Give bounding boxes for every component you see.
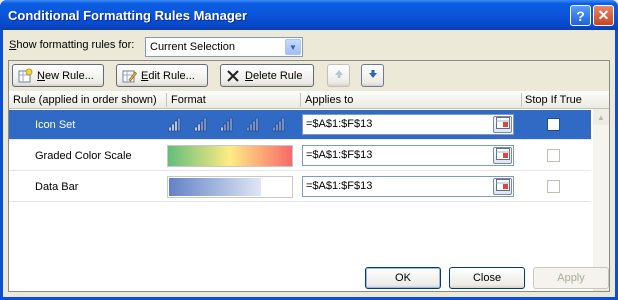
rules-table-header: Rule (applied in order shown) Format App… — [9, 91, 609, 109]
rule-row[interactable]: Icon Set =$A$1:$F$13 — [9, 110, 591, 140]
apply-button[interactable]: Apply — [533, 267, 609, 289]
chevron-down-icon[interactable]: ▼ — [285, 39, 301, 55]
show-rules-value: Current Selection — [150, 41, 235, 53]
dialog-window: Conditional Formatting Rules Manager ? ✕… — [0, 0, 618, 300]
show-rules-label: Show formatting rules for: — [9, 39, 135, 51]
close-window-button[interactable]: ✕ — [593, 5, 614, 26]
show-rules-dropdown[interactable]: Current Selection ▼ — [145, 37, 303, 57]
stop-if-true-checkbox[interactable] — [547, 118, 560, 131]
stop-if-true-checkbox[interactable] — [547, 180, 560, 193]
arrow-up-icon — [333, 68, 345, 83]
rule-row[interactable]: Data Bar =$A$1:$F$13 — [9, 172, 591, 202]
applies-to-field[interactable]: =$A$1:$F$13 — [302, 114, 514, 135]
edit-rule-icon — [121, 68, 137, 84]
collapse-dialog-icon — [495, 117, 510, 132]
column-format[interactable]: Format — [171, 94, 206, 106]
range-picker-button[interactable] — [493, 178, 512, 195]
ok-button[interactable]: OK — [365, 267, 441, 289]
collapse-dialog-icon — [495, 148, 510, 163]
window-title: Conditional Formatting Rules Manager — [8, 8, 248, 23]
move-down-button[interactable] — [361, 64, 384, 87]
column-stop-if-true[interactable]: Stop If True — [525, 94, 582, 106]
rule-name: Icon Set — [35, 119, 76, 131]
title-bar: Conditional Formatting Rules Manager ? ✕ — [0, 0, 618, 30]
applies-to-field[interactable]: =$A$1:$F$13 — [302, 176, 514, 197]
color-scale-preview — [167, 145, 293, 167]
rule-name: Data Bar — [35, 181, 79, 193]
vertical-scrollbar[interactable]: ▲ ▼ — [593, 109, 609, 291]
delete-icon — [225, 68, 241, 84]
applies-to-value: =$A$1:$F$13 — [306, 149, 373, 161]
collapse-dialog-icon — [495, 179, 510, 194]
new-rule-icon — [17, 68, 33, 84]
range-picker-button[interactable] — [493, 116, 512, 133]
arrow-down-icon — [367, 68, 379, 83]
dialog-body: Show formatting rules for: Current Selec… — [3, 30, 615, 297]
rules-toolbar: New Rule... Edit Rule... Delete Rule — [9, 61, 609, 91]
applies-to-value: =$A$1:$F$13 — [306, 118, 373, 130]
icon-set-preview — [167, 114, 293, 136]
rule-name: Graded Color Scale — [35, 150, 132, 162]
close-icon: ✕ — [597, 7, 610, 23]
move-up-button[interactable] — [327, 64, 350, 87]
column-applies-to[interactable]: Applies to — [305, 94, 353, 106]
column-rule[interactable]: Rule (applied in order shown) — [13, 94, 157, 106]
applies-to-value: =$A$1:$F$13 — [306, 180, 373, 192]
rules-panel: New Rule... Edit Rule... Delete Rule Rul… — [8, 60, 610, 292]
range-picker-button[interactable] — [493, 147, 512, 164]
rule-row[interactable]: Graded Color Scale =$A$1:$F$13 — [9, 141, 591, 171]
applies-to-field[interactable]: =$A$1:$F$13 — [302, 145, 514, 166]
new-rule-button[interactable]: New Rule... — [12, 64, 104, 87]
help-button[interactable]: ? — [570, 5, 591, 26]
stop-if-true-checkbox[interactable] — [547, 149, 560, 162]
data-bar-preview — [167, 176, 293, 198]
delete-rule-button[interactable]: Delete Rule — [220, 64, 314, 87]
close-button[interactable]: Close — [449, 267, 525, 289]
help-icon: ? — [576, 7, 585, 24]
edit-rule-button[interactable]: Edit Rule... — [116, 64, 208, 87]
scroll-up-icon[interactable]: ▲ — [593, 109, 609, 125]
